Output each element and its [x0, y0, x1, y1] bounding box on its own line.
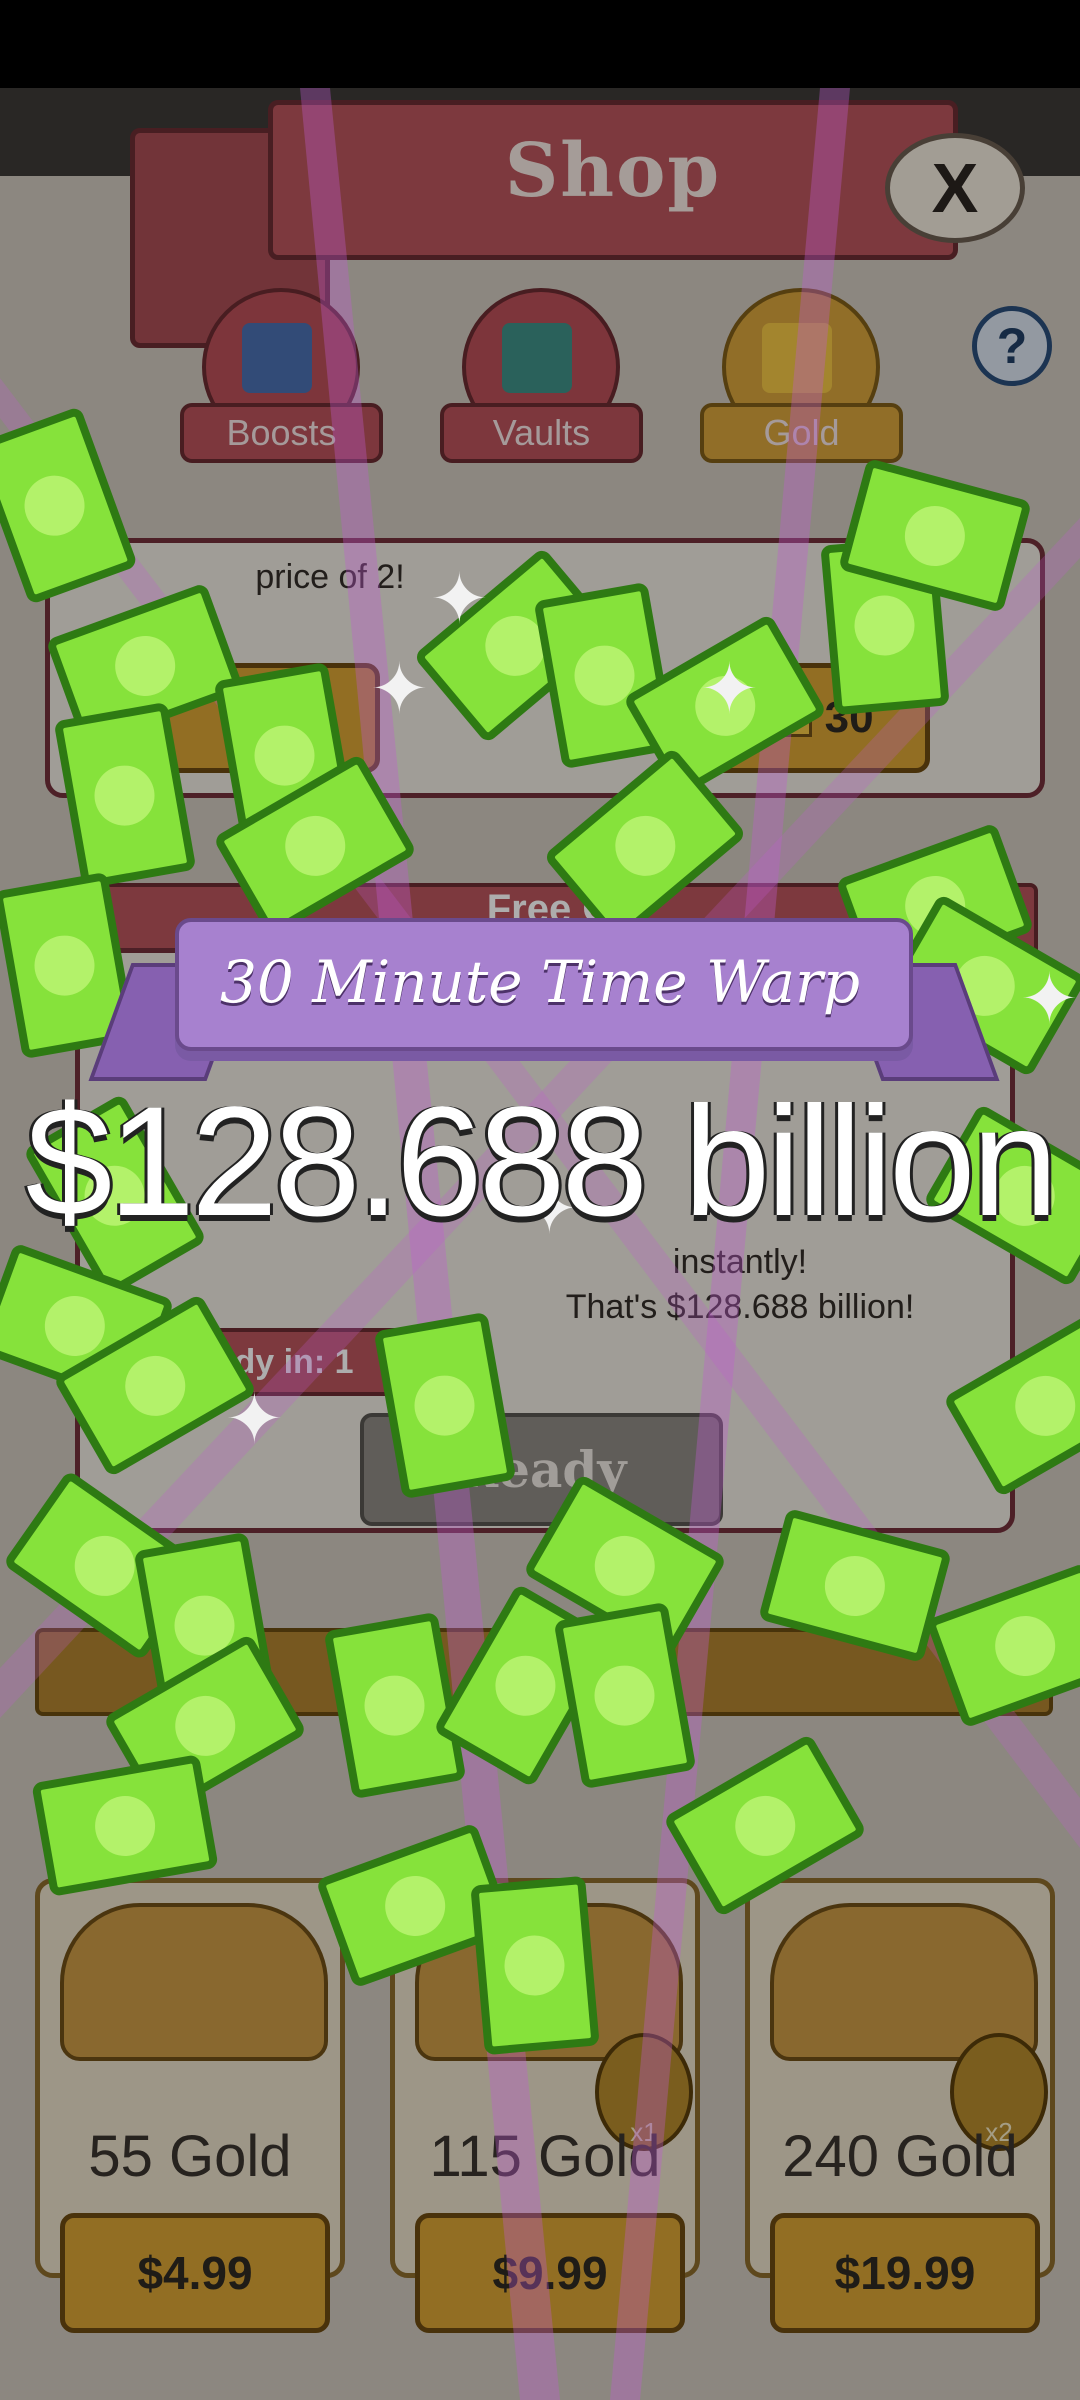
money-bill-icon — [470, 1875, 600, 2056]
reward-amount: $128.688 billion — [25, 1075, 1059, 1249]
sparkle-icon: ✦ — [1020, 960, 1079, 1038]
sparkle-icon: ✦ — [370, 650, 429, 728]
sparkle-icon: ✦ — [430, 560, 489, 638]
reward-title: 30 Minute Time Warp — [220, 948, 860, 1016]
status-bar — [0, 0, 1080, 88]
shop-screen: Shop X ? Boosts Vaults Gold 38 340 $ pri… — [0, 88, 1080, 2400]
sparkle-icon: ✦ — [225, 1380, 284, 1458]
sparkle-icon: ✦ — [700, 650, 759, 728]
